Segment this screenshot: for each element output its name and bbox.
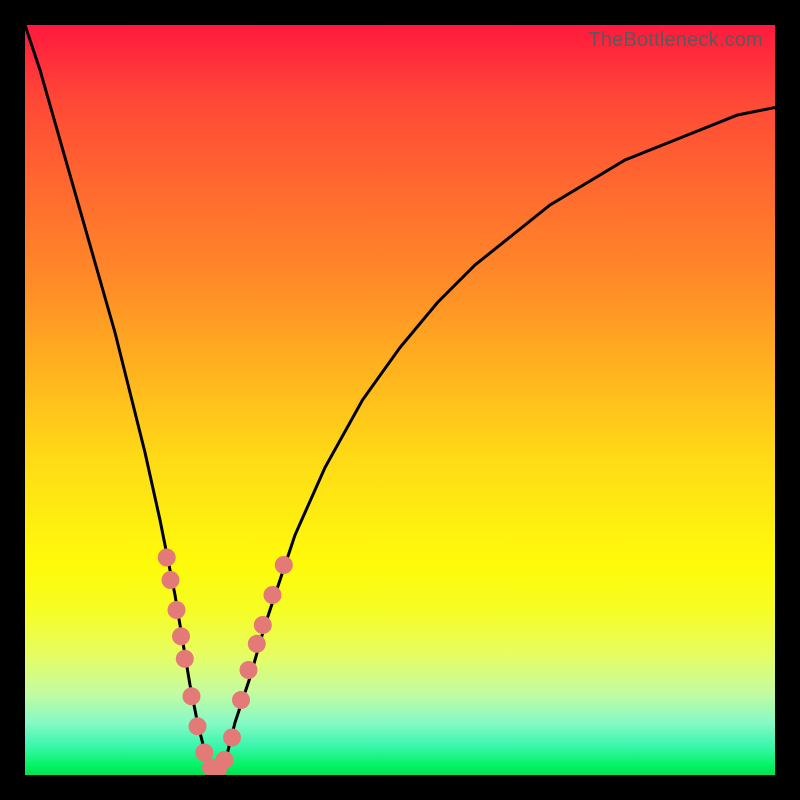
sample-point: [248, 635, 266, 653]
sample-point: [176, 650, 194, 668]
sample-point: [168, 601, 186, 619]
sample-point: [232, 691, 250, 709]
sample-point-markers: [158, 549, 293, 776]
sample-point: [216, 751, 234, 769]
sample-point: [189, 717, 207, 735]
sample-point: [172, 627, 190, 645]
sample-point: [162, 571, 180, 589]
sample-point: [254, 616, 272, 634]
curve-layer: [25, 25, 775, 775]
sample-point: [264, 586, 282, 604]
plot-area: TheBottleneck.com: [25, 25, 775, 775]
sample-point: [275, 556, 293, 574]
bottleneck-curve: [25, 25, 775, 768]
sample-point: [223, 729, 241, 747]
sample-point: [183, 687, 201, 705]
chart-container: TheBottleneck.com: [0, 0, 800, 800]
sample-point: [240, 661, 258, 679]
sample-point: [158, 549, 176, 567]
